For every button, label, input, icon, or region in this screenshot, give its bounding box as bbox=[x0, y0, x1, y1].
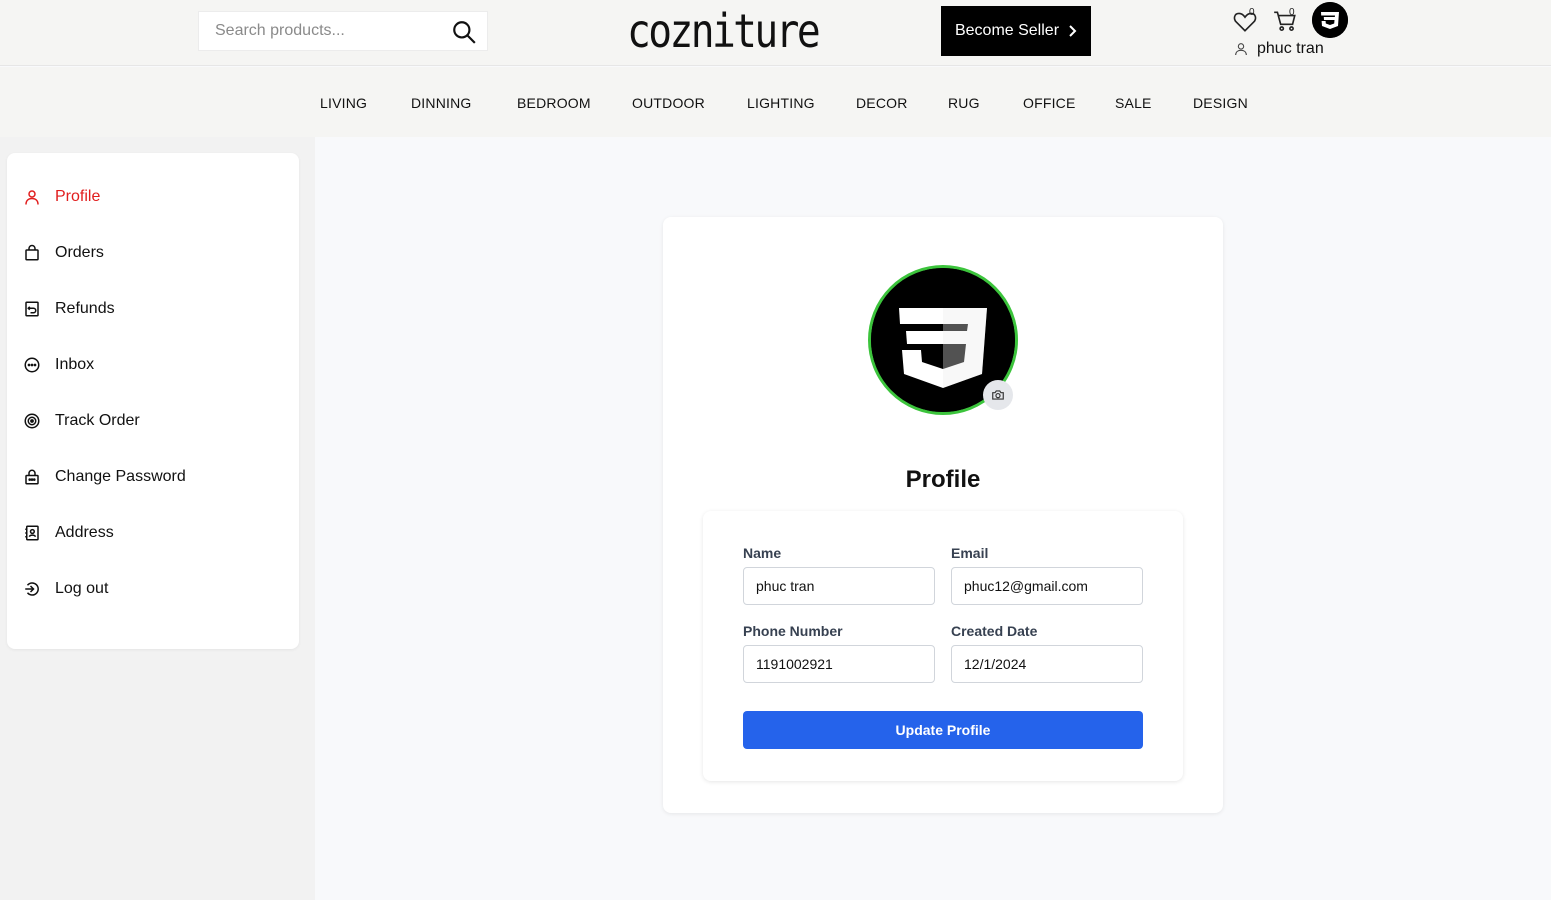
sidebar-item-label: Refunds bbox=[55, 300, 115, 317]
sidebar-item-label: Change Password bbox=[55, 468, 186, 485]
user-icon bbox=[1235, 43, 1247, 56]
chevron-right-icon bbox=[1069, 25, 1077, 37]
change-avatar-button[interactable] bbox=[983, 380, 1013, 410]
sidebar-item-refunds[interactable]: Refunds bbox=[23, 297, 115, 321]
phone-field[interactable] bbox=[744, 646, 934, 682]
sidebar-item-change-password[interactable]: Change Password bbox=[23, 465, 186, 489]
category-nav: LIVING DINNING BEDROOM OUTDOOR LIGHTING … bbox=[0, 67, 1551, 137]
bag-icon bbox=[25, 244, 39, 261]
become-seller-label: Become Seller bbox=[954, 22, 1060, 39]
nav-item-lighting[interactable]: LIGHTING bbox=[747, 95, 815, 111]
sidebar-item-label: Address bbox=[55, 524, 114, 541]
wishlist-count-badge: 0 bbox=[1249, 7, 1255, 18]
css3-logo-icon bbox=[1312, 2, 1348, 38]
update-profile-button[interactable]: Update Profile bbox=[743, 711, 1143, 749]
camera-icon bbox=[992, 390, 1004, 400]
sidebar-item-label: Orders bbox=[55, 244, 104, 261]
nav-item-sale[interactable]: SALE bbox=[1115, 95, 1152, 111]
become-seller-button[interactable]: Become Seller bbox=[941, 6, 1091, 56]
user-avatar[interactable] bbox=[1312, 2, 1348, 38]
address-book-icon bbox=[25, 525, 39, 541]
phone-label: Phone Number bbox=[743, 623, 843, 639]
created-date-field[interactable] bbox=[952, 646, 1142, 682]
nav-item-rug[interactable]: RUG bbox=[948, 95, 980, 111]
profile-form: Name Email Phone Number Created Date Upd… bbox=[703, 511, 1183, 781]
nav-item-office[interactable]: OFFICE bbox=[1023, 95, 1076, 111]
chat-icon bbox=[24, 357, 40, 373]
username-label: phuc tran bbox=[1257, 40, 1324, 57]
sidebar-item-orders[interactable]: Orders bbox=[23, 241, 104, 265]
sidebar-item-label: Inbox bbox=[55, 356, 95, 373]
sidebar-item-inbox[interactable]: Inbox bbox=[23, 353, 94, 377]
nav-item-bedroom[interactable]: BEDROOM bbox=[517, 95, 591, 111]
sidebar-item-logout[interactable]: Log out bbox=[23, 577, 108, 601]
phone-field-wrap bbox=[743, 645, 935, 683]
logout-icon bbox=[25, 582, 39, 596]
name-field-wrap bbox=[743, 567, 935, 605]
sidebar-item-label: Log out bbox=[55, 580, 109, 597]
nav-item-outdoor[interactable]: OUTDOOR bbox=[632, 95, 705, 111]
sidebar-area: Profile Orders Refunds Inbox Track Order… bbox=[0, 137, 315, 900]
user-menu[interactable]: phuc tran bbox=[1233, 40, 1324, 58]
sidebar-item-profile[interactable]: Profile bbox=[23, 185, 100, 209]
email-field-wrap bbox=[951, 567, 1143, 605]
name-field[interactable] bbox=[744, 568, 934, 604]
sidebar-item-address[interactable]: Address bbox=[23, 521, 114, 545]
email-label: Email bbox=[951, 545, 989, 561]
refund-icon bbox=[25, 301, 39, 317]
search-icon[interactable] bbox=[451, 19, 477, 45]
search-bar bbox=[198, 11, 488, 51]
track-icon bbox=[24, 413, 40, 429]
sidebar-item-track-order[interactable]: Track Order bbox=[23, 409, 140, 433]
nav-item-decor[interactable]: DECOR bbox=[856, 95, 908, 111]
sidebar-item-label: Profile bbox=[55, 188, 101, 205]
brand-logo[interactable]: cozniture bbox=[627, 4, 821, 58]
cart-count-badge: 0 bbox=[1289, 7, 1295, 18]
search-input[interactable] bbox=[199, 12, 439, 50]
top-header: cozniture Become Seller 0 0 phuc tran bbox=[0, 0, 1551, 66]
page-title: Profile bbox=[905, 466, 981, 493]
account-sidebar: Profile Orders Refunds Inbox Track Order… bbox=[7, 153, 299, 649]
created-date-label: Created Date bbox=[951, 623, 1038, 639]
lock-icon bbox=[25, 469, 39, 485]
nav-item-living[interactable]: LIVING bbox=[320, 95, 367, 111]
email-field[interactable] bbox=[952, 568, 1142, 604]
user-icon bbox=[25, 190, 39, 205]
profile-card: Profile Name Email Phone Number Created … bbox=[663, 217, 1223, 813]
name-label: Name bbox=[743, 545, 782, 561]
nav-item-dinning[interactable]: DINNING bbox=[411, 95, 472, 111]
sidebar-item-label: Track Order bbox=[55, 412, 140, 429]
nav-item-design[interactable]: DESIGN bbox=[1193, 95, 1248, 111]
created-date-field-wrap bbox=[951, 645, 1143, 683]
